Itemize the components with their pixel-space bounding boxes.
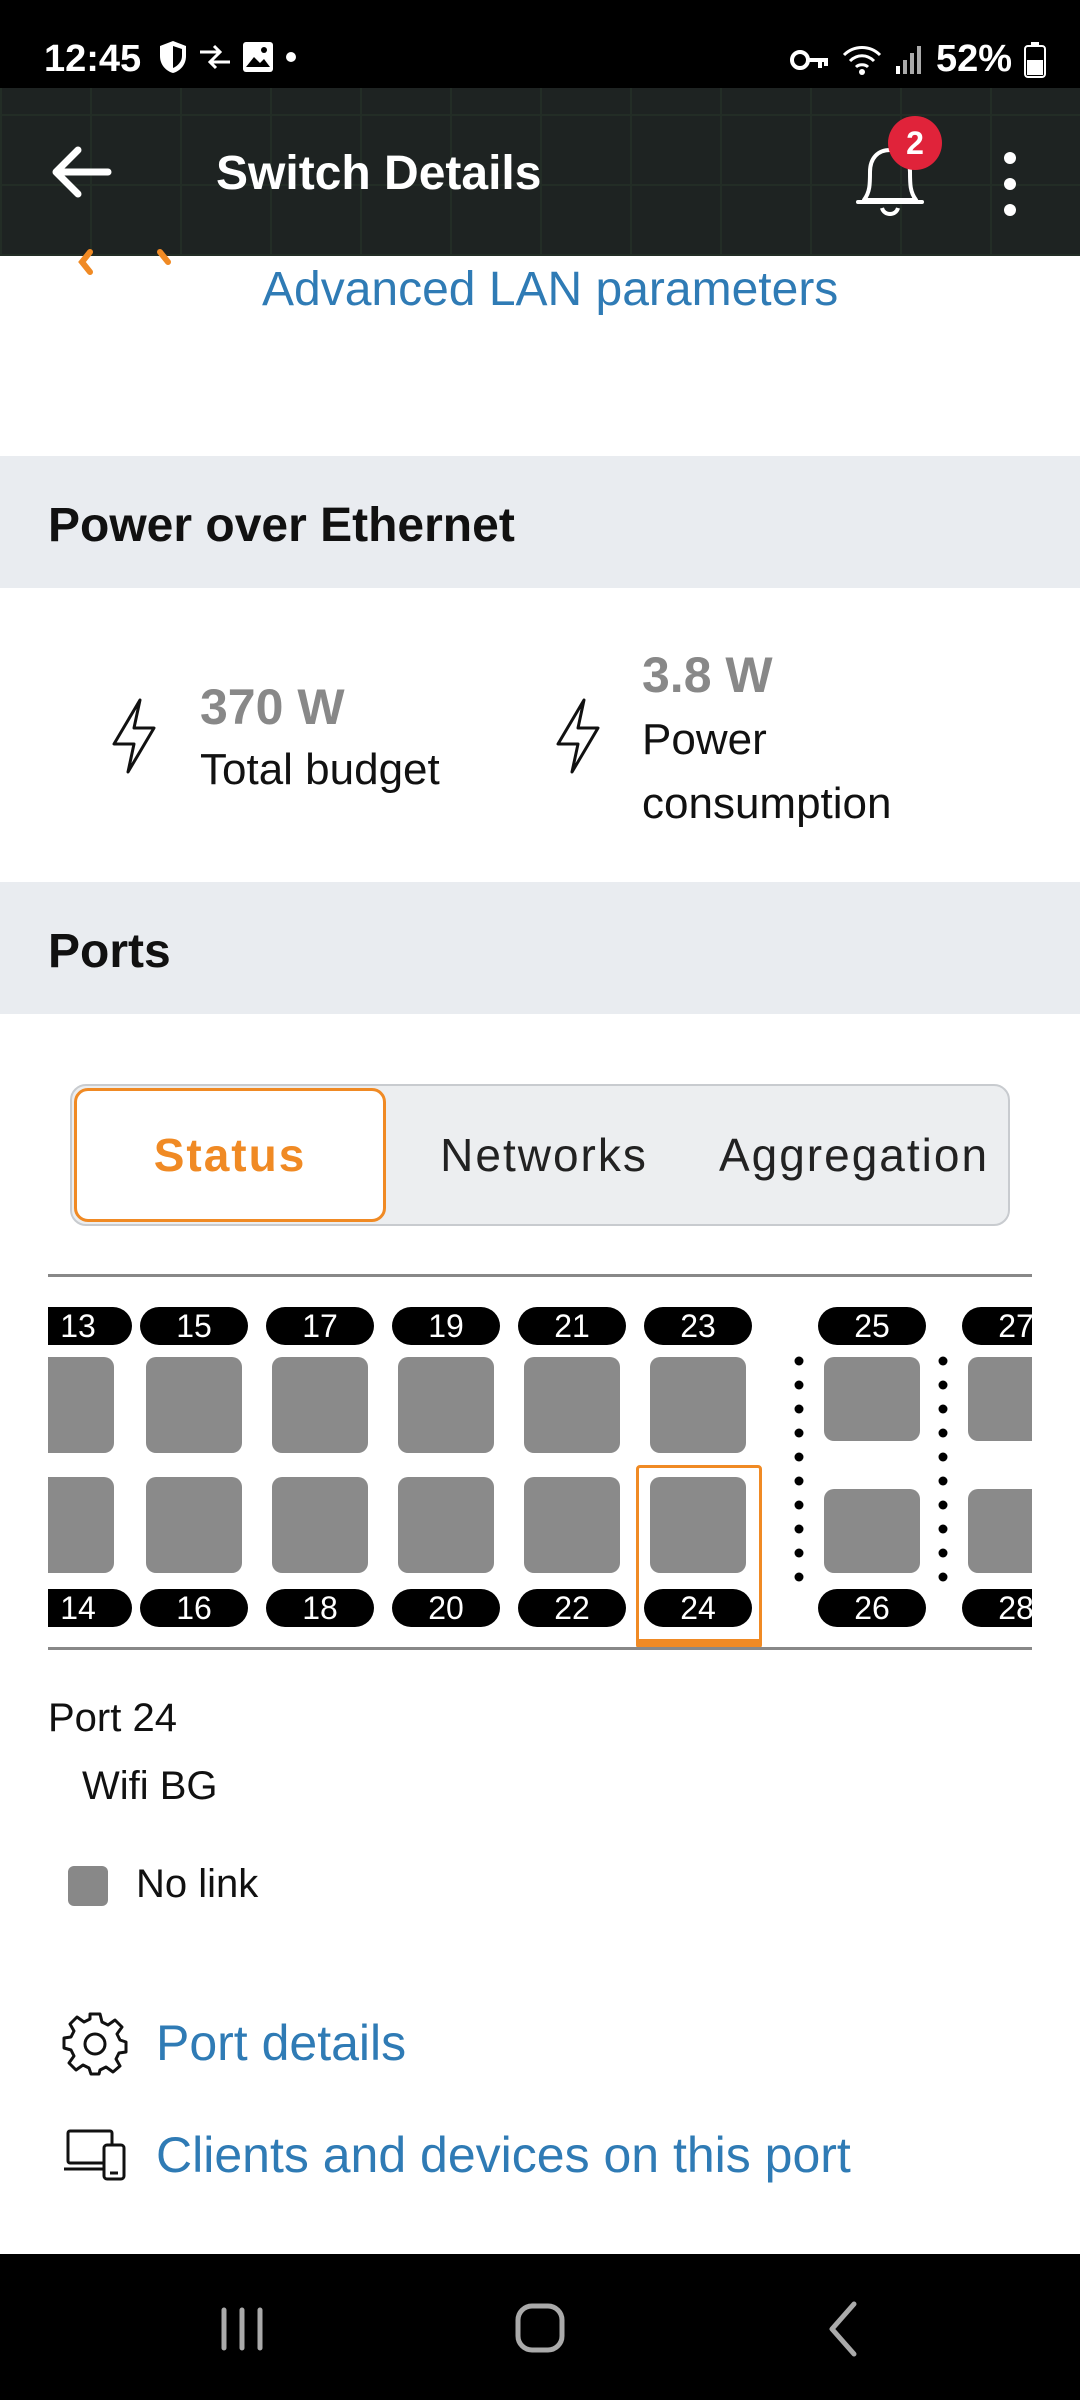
app-bar: Switch Details 2 xyxy=(0,88,1080,256)
signal-icon xyxy=(895,45,921,74)
devices-icon xyxy=(64,2129,126,2181)
port-label-17: 17 xyxy=(266,1307,374,1345)
data-transfer-icon xyxy=(200,44,230,70)
port-28[interactable] xyxy=(968,1489,1032,1573)
port-label-22: 22 xyxy=(518,1589,626,1627)
port-label-24: 24 xyxy=(644,1589,752,1627)
status-icons-left xyxy=(158,40,298,74)
port-label-16: 16 xyxy=(140,1589,248,1627)
dot-icon xyxy=(286,52,296,62)
port-details-action[interactable]: Port details xyxy=(62,2010,406,2076)
port-label-27: 27 xyxy=(962,1307,1032,1345)
port-label-28: 28 xyxy=(962,1589,1032,1627)
key-icon xyxy=(789,49,828,70)
notification-badge: 2 xyxy=(888,116,942,170)
poe-section-header: Power over Ethernet xyxy=(0,456,1080,588)
lightning-bolt-icon xyxy=(556,698,600,774)
port-23[interactable] xyxy=(650,1357,746,1453)
status-icons-right: 52% xyxy=(789,38,1046,81)
port-label-25: 25 xyxy=(818,1307,926,1345)
power-consumption-value: 3.8 W xyxy=(642,647,773,703)
back-arrow-icon[interactable] xyxy=(48,140,112,204)
port-22[interactable] xyxy=(524,1477,620,1573)
port-20[interactable] xyxy=(398,1477,494,1573)
shield-icon xyxy=(160,41,186,73)
port-label-26: 26 xyxy=(818,1589,926,1627)
battery-icon xyxy=(1024,41,1046,78)
power-consumption-label-line1: Power xyxy=(642,715,767,764)
port-label-18: 18 xyxy=(266,1589,374,1627)
home-icon[interactable] xyxy=(500,2294,580,2364)
port-14[interactable] xyxy=(48,1477,114,1573)
total-budget-label: Total budget xyxy=(200,745,440,794)
port-15[interactable] xyxy=(146,1357,242,1453)
port-27[interactable] xyxy=(968,1357,1032,1441)
port-label-15: 15 xyxy=(140,1307,248,1345)
page-title: Switch Details xyxy=(216,147,542,200)
wifi-icon xyxy=(842,45,881,75)
advanced-lan-parameters-link[interactable]: Advanced LAN parameters xyxy=(262,262,838,317)
port-16[interactable] xyxy=(146,1477,242,1573)
ports-tab-bar: Status Networks Aggregation xyxy=(70,1084,1010,1226)
status-time: 12:45 xyxy=(44,38,142,80)
port-group-separator xyxy=(938,1356,948,1582)
more-options-icon[interactable] xyxy=(990,148,1030,220)
port-label-20: 20 xyxy=(392,1589,500,1627)
port-25[interactable] xyxy=(824,1357,920,1441)
system-nav-bar xyxy=(0,2254,1080,2400)
power-consumption-label-line2: consumption xyxy=(642,779,892,828)
port-label-13: 13 xyxy=(48,1307,132,1345)
port-19[interactable] xyxy=(398,1357,494,1453)
port-label-14: 14 xyxy=(48,1589,132,1627)
image-icon xyxy=(243,42,273,72)
tab-networks[interactable]: Networks xyxy=(388,1086,700,1224)
chevron-icon xyxy=(78,249,171,275)
tab-aggregation[interactable]: Aggregation xyxy=(700,1086,1008,1224)
port-group-separator xyxy=(794,1356,804,1582)
port-17[interactable] xyxy=(272,1357,368,1453)
ports-diagram: 13 15 17 19 21 23 25 27 14 16 18 20 22 2… xyxy=(48,1274,1032,1650)
total-budget-value: 370 W xyxy=(200,679,345,735)
port-label-19: 19 xyxy=(392,1307,500,1345)
port-21[interactable] xyxy=(524,1357,620,1453)
link-status-indicator xyxy=(68,1866,108,1906)
selected-port-name: Wifi BG xyxy=(82,1764,218,1808)
clients-devices-action[interactable]: Clients and devices on this port xyxy=(62,2126,851,2184)
selected-port-title: Port 24 xyxy=(48,1696,177,1740)
gear-icon xyxy=(62,2012,128,2076)
back-icon[interactable] xyxy=(806,2294,886,2364)
port-details-link[interactable]: Port details xyxy=(156,2014,406,2072)
ports-section-title: Ports xyxy=(48,925,171,978)
link-status-text: No link xyxy=(136,1862,259,1906)
port-label-21: 21 xyxy=(518,1307,626,1345)
clients-devices-link[interactable]: Clients and devices on this port xyxy=(156,2126,851,2184)
port-18[interactable] xyxy=(272,1477,368,1573)
lightning-bolt-icon xyxy=(112,698,156,774)
tab-status[interactable]: Status xyxy=(74,1088,386,1222)
ports-section-header: Ports xyxy=(0,882,1080,1014)
port-13[interactable] xyxy=(48,1357,114,1453)
port-label-23: 23 xyxy=(644,1307,752,1345)
recent-apps-icon[interactable] xyxy=(202,2294,282,2364)
port-26[interactable] xyxy=(824,1489,920,1573)
battery-percent: 52% xyxy=(935,38,1012,80)
poe-section-title: Power over Ethernet xyxy=(48,499,515,552)
status-bar: 12:45 52% xyxy=(0,0,1080,88)
